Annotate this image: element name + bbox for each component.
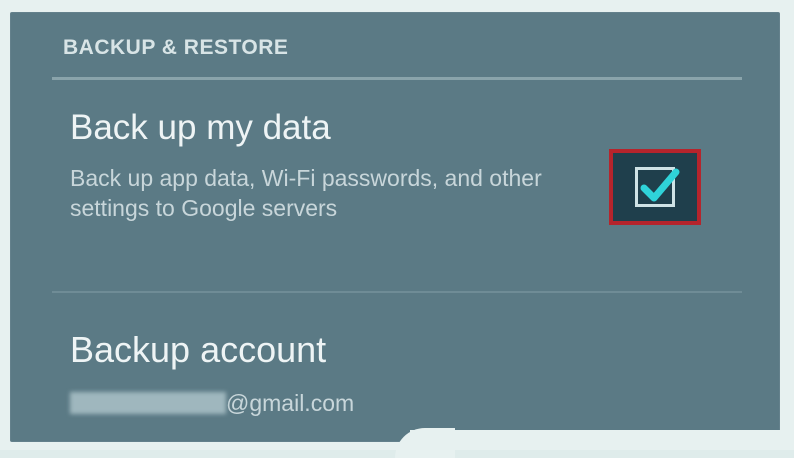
redacted-email-prefix xyxy=(70,392,226,414)
setting-backup-account[interactable]: Backup account @gmail.com xyxy=(52,300,742,430)
setting-back-up-my-data[interactable]: Back up my data Back up app data, Wi-Fi … xyxy=(52,95,742,285)
account-email: @gmail.com xyxy=(70,388,354,418)
checkbox-highlight[interactable] xyxy=(609,149,701,225)
screenshot-frame: BACKUP & RESTORE Back up my data Back up… xyxy=(0,0,794,458)
setting-title: Backup account xyxy=(70,329,327,370)
background-decoration xyxy=(410,430,794,450)
setting-title: Back up my data xyxy=(70,108,331,147)
section-divider xyxy=(52,77,742,80)
checkmark-icon xyxy=(640,168,680,202)
checkbox-checked-icon[interactable] xyxy=(635,167,680,207)
setting-summary: Back up app data, Wi-Fi passwords, and o… xyxy=(70,165,542,221)
section-header-backup-restore: BACKUP & RESTORE xyxy=(63,36,289,59)
row-divider xyxy=(52,291,742,293)
email-domain: @gmail.com xyxy=(226,390,355,416)
